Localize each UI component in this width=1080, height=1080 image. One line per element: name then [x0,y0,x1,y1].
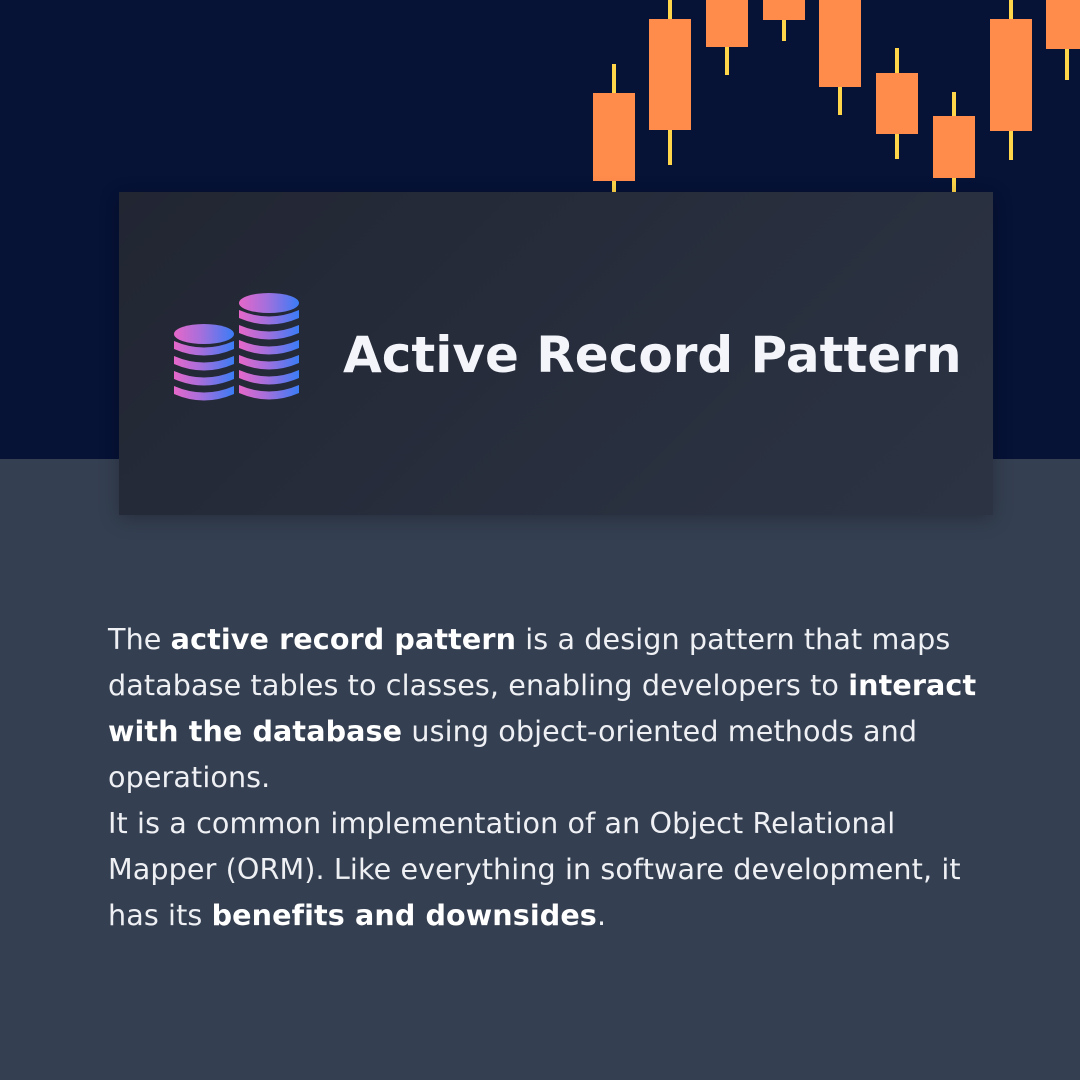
highlight-active-record-pattern: active record pattern [170,622,517,656]
candlestick-decoration [593,0,1080,192]
description-text: The active record pattern is a design pa… [108,616,978,938]
highlight-benefits-and-downsides: benefits and downsides [211,898,597,932]
text-span: The [108,622,171,656]
candle-2 [649,0,691,165]
candle-8 [990,0,1032,160]
candle-1 [593,64,635,192]
text-span: . [596,898,607,932]
description-paragraph-1: The active record pattern is a design pa… [108,616,978,800]
description-paragraph-2: It is a common implementation of an Obje… [108,800,978,938]
page-title: Active Record Pattern [343,326,962,384]
database-stacks-icon [174,293,299,401]
candle-7 [933,92,975,192]
candle-4 [763,0,805,41]
candle-6 [876,48,918,159]
candle-5 [819,0,861,115]
title-card: Active Record Pattern [119,192,993,515]
candle-3 [706,0,748,75]
candle-9 [1046,0,1080,80]
